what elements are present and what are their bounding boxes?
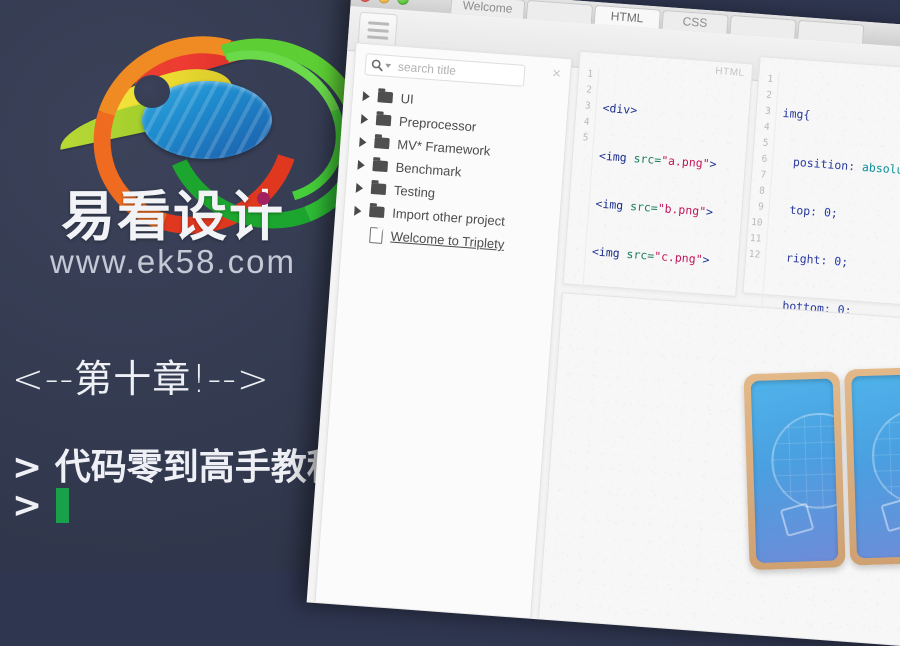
folder-icon xyxy=(375,114,392,127)
expand-chevron-right-icon[interactable] xyxy=(359,136,367,147)
subtitle-text: 代码零到高手教程 xyxy=(54,447,343,488)
line-number: 4 xyxy=(583,116,590,128)
minimize-window-icon[interactable] xyxy=(377,0,391,4)
project-tree: UI Preprocessor MV* Framework Benchmark xyxy=(342,83,568,259)
line-number: 12 xyxy=(748,248,761,261)
line-number: 2 xyxy=(585,84,593,96)
expand-chevron-right-icon[interactable] xyxy=(362,90,371,102)
image-card-2[interactable] xyxy=(844,366,900,566)
brand-wordmark: 易看设计 xyxy=(61,185,285,248)
terminal-prompt-row: > xyxy=(12,485,70,526)
line-number: 6 xyxy=(761,153,768,165)
search-placeholder: search title xyxy=(397,59,457,78)
editor-app-window: Welcome HTML CSS search title × UI Prepr… xyxy=(306,0,900,646)
puzzle-piece-icon xyxy=(880,497,900,533)
line-number: 10 xyxy=(750,216,763,229)
image-card-1[interactable] xyxy=(743,371,846,571)
line-number: 9 xyxy=(757,201,765,213)
tree-item-label: UI xyxy=(400,90,415,107)
search-scope-chevron-down-icon[interactable] xyxy=(384,63,392,69)
code-token: } xyxy=(743,632,752,646)
folder-icon xyxy=(368,205,385,218)
file-icon xyxy=(369,226,384,244)
line-number: 1 xyxy=(586,68,594,80)
close-search-icon[interactable]: × xyxy=(552,65,562,83)
line-number: 7 xyxy=(759,169,767,181)
line-number: 3 xyxy=(584,100,592,112)
expand-chevron-right-icon[interactable] xyxy=(355,182,364,193)
tree-item-label: Welcome to Triplety xyxy=(390,228,505,252)
logo-dot-icon xyxy=(257,192,270,205)
folder-icon xyxy=(370,182,387,196)
course-subtitle: > 代码零到高手教程 xyxy=(12,438,343,490)
search-input[interactable]: search title xyxy=(364,53,526,87)
css-editor-pane[interactable]: 1 2 3 4 5 6 7 8 9 10 11 12 img{ position… xyxy=(715,56,900,646)
line-number: 8 xyxy=(758,185,766,197)
text-cursor-icon xyxy=(56,488,70,523)
globe-icon xyxy=(870,406,900,506)
code-line: top: 0; xyxy=(775,201,839,221)
tree-item-label: Testing xyxy=(393,182,436,201)
maximize-window-icon[interactable] xyxy=(396,0,410,6)
code-line: <img src="c.png"> xyxy=(591,244,710,267)
prompt-caret: > xyxy=(12,485,43,526)
line-number: 5 xyxy=(582,132,589,144)
expand-chevron-right-icon[interactable] xyxy=(354,205,362,216)
html-editor-pane[interactable]: HTML 1 2 3 4 5 <div> <img src="a.png"> <… xyxy=(559,50,754,339)
folder-icon xyxy=(372,160,389,173)
line-number: 3 xyxy=(764,105,772,117)
line-number: 1 xyxy=(767,73,774,86)
folder-icon xyxy=(374,137,390,150)
brand-logo xyxy=(14,0,397,270)
subtitle-prompt: > xyxy=(12,447,43,488)
expand-chevron-right-icon[interactable] xyxy=(360,113,369,125)
tree-item-label: Preprocessor xyxy=(398,113,477,135)
expand-chevron-right-icon[interactable] xyxy=(357,159,366,170)
code-line: <div> xyxy=(602,100,721,125)
code-line: img{ xyxy=(782,105,900,132)
image-card-artwork xyxy=(851,373,900,559)
code-token: img{ xyxy=(782,105,811,122)
preview-pane[interactable] xyxy=(538,292,900,646)
close-window-icon[interactable] xyxy=(358,0,372,3)
code-line: position: absolute; xyxy=(778,153,900,179)
code-line: <img src="b.png"> xyxy=(595,196,714,220)
line-number: 4 xyxy=(763,121,771,133)
brand-url: www.ek58.com xyxy=(50,243,296,280)
tree-item-label: Benchmark xyxy=(395,159,462,180)
code-line: right: 0; xyxy=(771,249,849,270)
code-token: <div> xyxy=(602,100,638,118)
logo-eye-notch-icon xyxy=(134,75,170,108)
project-sidebar: search title × UI Preprocessor MV* Frame… xyxy=(314,42,573,618)
globe-icon xyxy=(769,411,839,511)
code-line: <img src="a.png"> xyxy=(598,148,718,172)
line-number: 11 xyxy=(749,232,762,245)
chapter-headline: <--第十章!--> xyxy=(12,357,270,401)
image-card-artwork xyxy=(750,378,839,563)
tree-item-label: MV* Framework xyxy=(396,136,491,159)
line-number: 2 xyxy=(765,89,773,102)
folder-icon xyxy=(377,91,394,104)
search-icon xyxy=(371,59,383,72)
line-number: 5 xyxy=(762,137,769,149)
